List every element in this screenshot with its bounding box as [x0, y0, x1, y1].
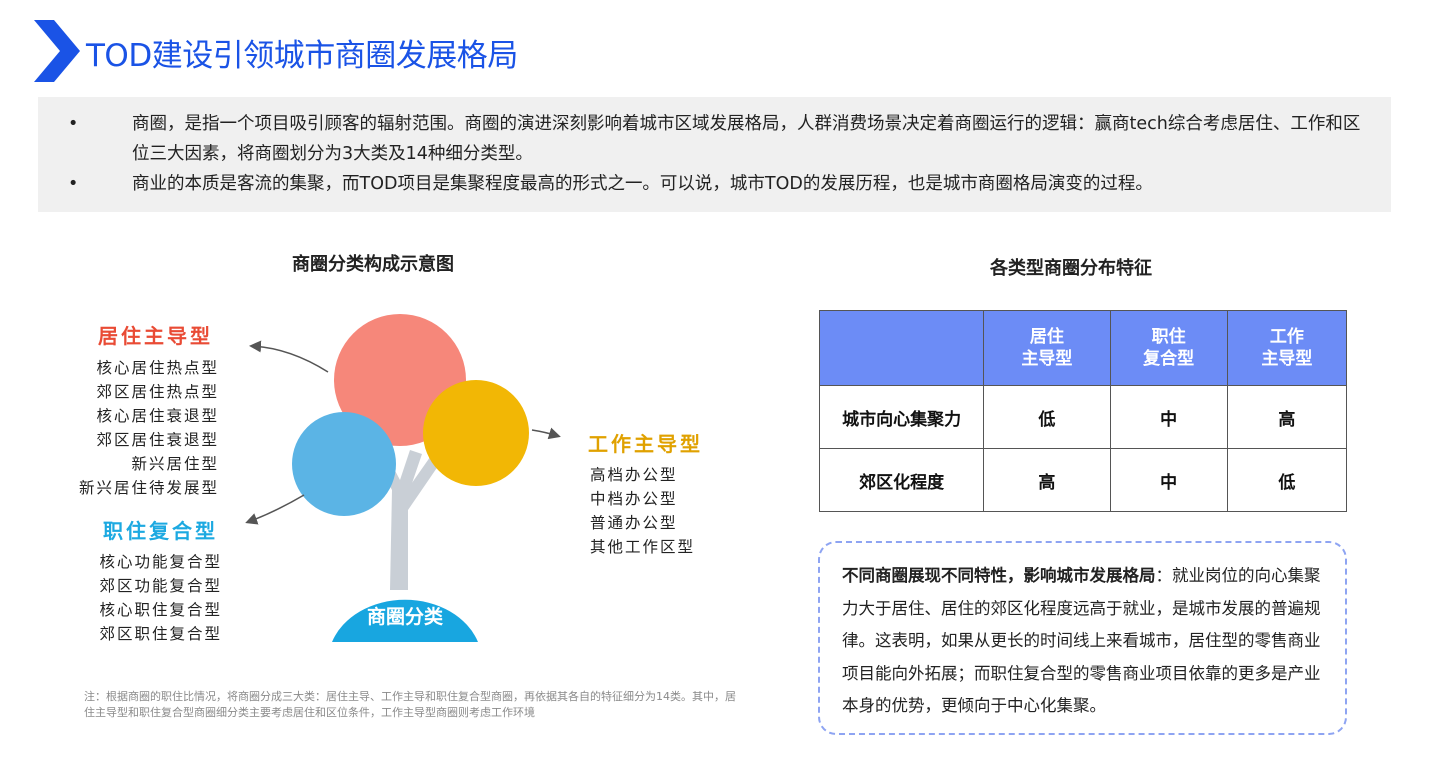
callout-lead: 不同商圈展现不同特性，影响城市发展格局 [842, 566, 1156, 585]
logo-chevron-icon [34, 20, 80, 82]
list-item: 其他工作区型 [590, 538, 696, 556]
insight-callout: 不同商圈展现不同特性，影响城市发展格局：就业岗位的向心集聚力大于居住、居住的郊区… [818, 541, 1347, 735]
footnote: 注：根据商圈的职住比情况，将商圈分成三大类：居住主导、工作主导和职住复合型商圈，… [84, 690, 736, 719]
bullet-dot-icon: • [68, 114, 79, 134]
table-cell: 中 [1109, 385, 1228, 449]
list-item: 郊区居住衰退型 [96, 431, 219, 449]
list-item: 核心居住衰退型 [96, 407, 219, 425]
mixed-circle [292, 412, 396, 516]
residential-type-list: 核心居住热点型 郊区居住热点型 核心居住衰退型 郊区居住衰退型 新兴居住型 新兴… [79, 356, 219, 500]
intro-bullet-text: 商圈，是指一个项目吸引顾客的辐射范围。商圈的演进深刻影响着城市区域发展格局，人群… [132, 114, 1361, 164]
category-title-residential: 居住主导型 [98, 324, 213, 348]
category-title-mixed: 职住复合型 [103, 519, 218, 543]
list-item: 核心功能复合型 [99, 553, 222, 571]
mixed-type-list: 核心功能复合型 郊区功能复合型 核心职住复合型 郊区职住复合型 [99, 550, 222, 646]
callout-text: 不同商圈展现不同特性，影响城市发展格局：就业岗位的向心集聚力大于居住、居住的郊区… [842, 560, 1330, 723]
tree-diagram [245, 314, 561, 642]
table-row: 城市向心集聚力 低 中 高 [818, 385, 1348, 449]
table-header-row: 居住 主导型 职住 复合型 工作 主导型 [818, 310, 1348, 386]
list-item: 新兴居住待发展型 [78, 479, 219, 497]
list-item: 普通办公型 [590, 514, 678, 532]
list-item: 核心职住复合型 [99, 601, 222, 619]
table-header-cell: 工作 主导型 [1226, 310, 1348, 386]
list-item: 郊区居住热点型 [96, 383, 219, 401]
table-title: 各类型商圈分布特征 [990, 258, 1152, 279]
table-cell: 高 [1226, 385, 1348, 449]
table-row: 郊区化程度 高 中 低 [818, 448, 1348, 512]
feature-table: 居住 主导型 职住 复合型 工作 主导型 城市向心集聚力 低 中 高 郊区化程度 高 … [818, 310, 1348, 512]
list-item: 核心居住热点型 [96, 359, 219, 377]
table-cell: 低 [1226, 448, 1348, 512]
table-header-cell: 职住 复合型 [1109, 310, 1228, 386]
list-item: 郊区功能复合型 [99, 577, 222, 595]
arrow-work [531, 427, 561, 440]
diagram-title: 商圈分类构成示意图 [292, 254, 454, 275]
table-cell: 低 [983, 385, 1111, 449]
table-cell: 高 [983, 448, 1111, 512]
table-cell: 城市向心集聚力 [818, 385, 985, 449]
category-title-work: 工作主导型 [588, 432, 703, 456]
list-item: 中档办公型 [590, 490, 678, 508]
work-circle [423, 380, 529, 486]
list-item: 新兴居住型 [131, 455, 219, 473]
work-type-list: 高档办公型 中档办公型 普通办公型 其他工作区型 [590, 463, 695, 559]
base-label: 商圈分类 [366, 606, 443, 628]
intro-box: • 商圈，是指一个项目吸引顾客的辐射范围。商圈的演进深刻影响着城市区域发展格局，… [38, 97, 1391, 212]
list-item: 高档办公型 [590, 466, 678, 484]
page-title: TOD建设引领城市商圈发展格局 [86, 38, 518, 74]
intro-bullet-text: 商业的本质是客流的集聚，而TOD项目是集聚程度最高的形式之一。可以说，城市TOD… [132, 174, 1153, 194]
table-header-cell: 居住 主导型 [983, 310, 1111, 386]
table-cell: 中 [1109, 448, 1228, 512]
table-header-cell [818, 310, 985, 386]
callout-body: ：就业岗位的向心集聚力大于居住、居住的郊区化程度远高于就业，是城市发展的普遍规律… [842, 566, 1321, 715]
list-item: 郊区职住复合型 [99, 625, 222, 643]
bullet-dot-icon: • [68, 174, 79, 194]
arrow-residential [249, 340, 329, 373]
table-cell: 郊区化程度 [818, 448, 985, 512]
arrow-mixed [245, 494, 305, 525]
